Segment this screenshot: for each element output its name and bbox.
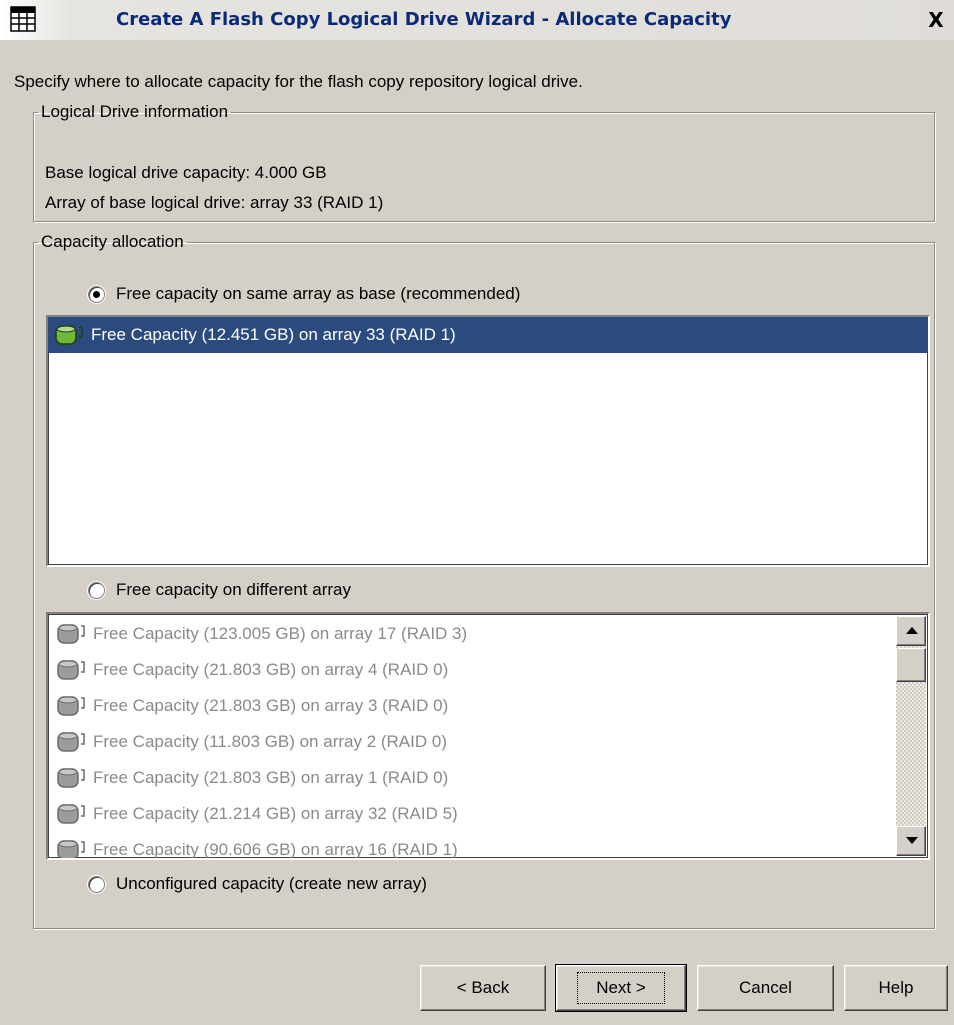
- radio-different-array-label: Free capacity on different array: [116, 580, 351, 599]
- drive-capacity-icon: [57, 696, 85, 716]
- vertical-scrollbar[interactable]: [896, 616, 926, 856]
- drive-capacity-icon: [57, 660, 85, 680]
- radio-unconfigured-label: Unconfigured capacity (create new array): [116, 874, 427, 893]
- logical-drive-info-legend: Logical Drive information: [41, 102, 229, 121]
- drive-capacity-icon: [57, 624, 85, 644]
- same-array-list[interactable]: Free Capacity (12.451 GB) on array 33 (R…: [46, 315, 930, 567]
- logical-drive-info-group: Logical Drive information Base logical d…: [33, 103, 935, 222]
- scrollbar-thumb[interactable]: [896, 648, 926, 682]
- arrow-down-icon: [906, 837, 918, 844]
- base-capacity-text: Base logical drive capacity: 4.000 GB: [45, 163, 327, 182]
- radio-same-array-circle[interactable]: [88, 285, 105, 303]
- list-item[interactable]: Free Capacity (21.214 GB) on array 32 (R…: [50, 796, 894, 832]
- help-button[interactable]: Help: [844, 965, 948, 1011]
- list-item[interactable]: Free Capacity (21.803 GB) on array 4 (RA…: [50, 652, 894, 688]
- next-button-label: Next >: [577, 972, 665, 1004]
- radio-same-array-label: Free capacity on same array as base (rec…: [116, 284, 521, 303]
- scroll-down-button[interactable]: [896, 826, 926, 856]
- base-array-text: Array of base logical drive: array 33 (R…: [45, 193, 384, 212]
- list-item-label: Free Capacity (123.005 GB) on array 17 (…: [93, 624, 468, 643]
- radio-different-array[interactable]: Free capacity on different array: [88, 580, 351, 600]
- radio-same-array[interactable]: Free capacity on same array as base (rec…: [88, 284, 520, 304]
- list-item[interactable]: Free Capacity (21.803 GB) on array 1 (RA…: [50, 760, 894, 796]
- list-item-label: Free Capacity (12.451 GB) on array 33 (R…: [91, 325, 456, 344]
- cancel-button[interactable]: Cancel: [697, 965, 834, 1011]
- title-bar: Create A Flash Copy Logical Drive Wizard…: [0, 0, 954, 40]
- list-item-label: Free Capacity (11.803 GB) on array 2 (RA…: [93, 732, 447, 751]
- list-item-label: Free Capacity (90.606 GB) on array 16 (R…: [93, 840, 458, 859]
- arrow-up-icon: [906, 627, 918, 634]
- list-item[interactable]: Free Capacity (12.451 GB) on array 33 (R…: [48, 317, 928, 353]
- radio-different-array-circle[interactable]: [88, 581, 105, 599]
- different-array-list[interactable]: Free Capacity (123.005 GB) on array 17 (…: [46, 612, 930, 860]
- drive-capacity-icon: [55, 325, 83, 345]
- drive-capacity-icon: [57, 840, 85, 858]
- back-button[interactable]: < Back: [420, 965, 546, 1011]
- window-title: Create A Flash Copy Logical Drive Wizard…: [116, 9, 732, 30]
- list-item[interactable]: Free Capacity (90.606 GB) on array 16 (R…: [50, 832, 894, 859]
- list-item[interactable]: Free Capacity (123.005 GB) on array 17 (…: [50, 616, 894, 652]
- next-button[interactable]: Next >: [555, 964, 687, 1012]
- drive-capacity-icon: [57, 804, 85, 824]
- instructions-text: Specify where to allocate capacity for t…: [14, 72, 583, 91]
- list-item-label: Free Capacity (21.803 GB) on array 4 (RA…: [93, 660, 449, 679]
- scroll-up-button[interactable]: [896, 616, 926, 646]
- list-item[interactable]: Free Capacity (11.803 GB) on array 2 (RA…: [50, 724, 894, 760]
- list-item-label: Free Capacity (21.214 GB) on array 32 (R…: [93, 804, 458, 823]
- list-item-label: Free Capacity (21.803 GB) on array 1 (RA…: [93, 768, 449, 787]
- close-button[interactable]: X: [924, 8, 948, 32]
- capacity-allocation-legend: Capacity allocation: [41, 232, 184, 251]
- radio-unconfigured[interactable]: Unconfigured capacity (create new array): [88, 874, 427, 894]
- list-item[interactable]: Free Capacity (21.803 GB) on array 3 (RA…: [50, 688, 894, 724]
- radio-unconfigured-circle[interactable]: [88, 875, 105, 893]
- wizard-app-icon: [10, 6, 36, 32]
- close-icon: X: [928, 8, 944, 32]
- drive-capacity-icon: [57, 732, 85, 752]
- drive-capacity-icon: [57, 768, 85, 788]
- list-item-label: Free Capacity (21.803 GB) on array 3 (RA…: [93, 696, 449, 715]
